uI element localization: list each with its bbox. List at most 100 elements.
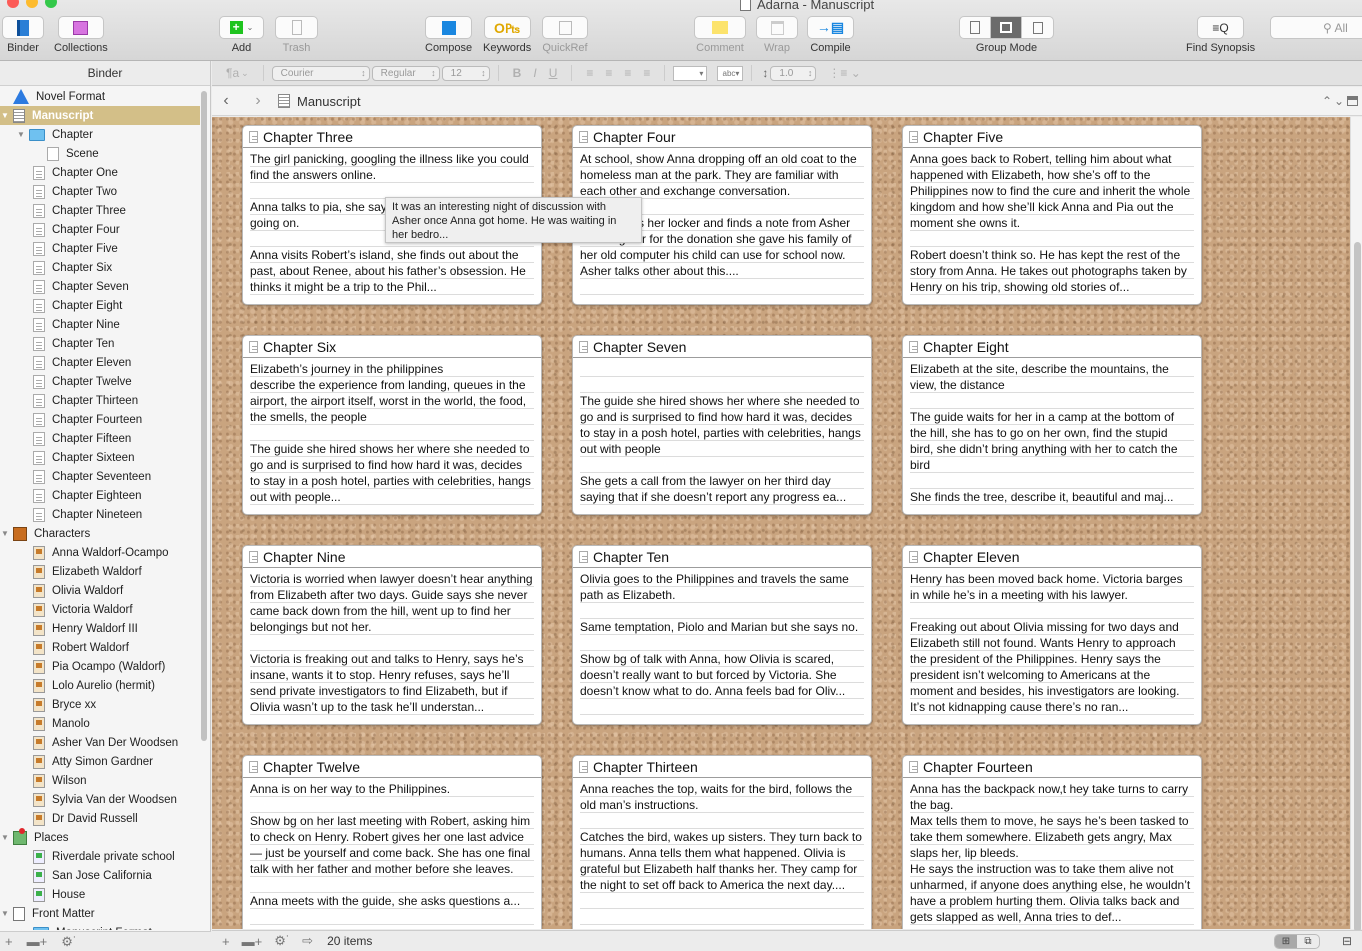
card-synopsis[interactable]: Victoria is worried when lawyer doesn’t …	[243, 568, 541, 724]
gear-icon[interactable]: ⚙˙	[61, 934, 77, 950]
gear-icon[interactable]: ⚙˙	[274, 933, 290, 949]
binder-item[interactable]: Chapter Two	[0, 182, 200, 201]
index-card[interactable]: Chapter Seven The guide she hired shows …	[572, 335, 872, 515]
binder-item[interactable]: Anna Waldorf-Ocampo	[0, 543, 200, 562]
wrap-button[interactable]: Wrap	[756, 16, 798, 54]
bold-button[interactable]: B	[513, 66, 522, 80]
binder-item[interactable]: Chapter Sixteen	[0, 448, 200, 467]
binder-item[interactable]: Sylvia Van der Woodsen	[0, 790, 200, 809]
align-right-icon[interactable]: ≡	[624, 66, 631, 80]
binder-scroll-thumb[interactable]	[201, 91, 207, 741]
disclosure-open-icon[interactable]: ▼	[1, 529, 9, 538]
align-center-icon[interactable]: ≡	[605, 66, 612, 80]
binder-item[interactable]: Riverdale private school	[0, 847, 200, 866]
binder-item[interactable]: Chapter Nineteen	[0, 505, 200, 524]
binder-item[interactable]: Scene	[0, 144, 200, 163]
binder-item[interactable]: House	[0, 885, 200, 904]
binder-item[interactable]: Chapter Four	[0, 220, 200, 239]
font-family-select[interactable]: Courier	[271, 65, 370, 81]
binder-item[interactable]: Chapter Ten	[0, 334, 200, 353]
card-title-bar[interactable]: Chapter Four	[573, 126, 871, 148]
italic-button[interactable]: I	[533, 66, 536, 80]
corkboard-scroll-thumb[interactable]	[1354, 242, 1361, 932]
back-button[interactable]: ‹	[215, 92, 237, 110]
compile-button[interactable]: →▤ Compile	[807, 16, 854, 54]
add-item-icon[interactable]: +	[5, 934, 13, 949]
trash-button[interactable]: Trash	[275, 16, 318, 54]
index-card[interactable]: Chapter Ten Olivia goes to the Philippine…	[572, 545, 872, 725]
keywords-button[interactable]: O₧ Keywords	[483, 16, 531, 54]
breadcrumb[interactable]: Manuscript	[297, 94, 361, 109]
card-title[interactable]: Chapter Four	[593, 129, 675, 145]
add-card-icon[interactable]: +	[222, 934, 230, 949]
index-card[interactable]: Chapter Twelve Anna is on her way to the …	[242, 755, 542, 929]
card-synopsis[interactable]: Anna goes back to Robert, telling him ab…	[903, 148, 1201, 304]
binder-item[interactable]: Victoria Waldorf	[0, 600, 200, 619]
binder-item[interactable]: Chapter Fifteen	[0, 429, 200, 448]
binder-item[interactable]: Wilson	[0, 771, 200, 790]
card-synopsis[interactable]: Anna is on her way to the Philippines. S…	[243, 778, 541, 929]
card-title-bar[interactable]: Chapter Seven	[573, 336, 871, 358]
index-card[interactable]: Chapter Fourteen Anna has the backpack no…	[902, 755, 1202, 929]
card-synopsis[interactable]: Elizabeth at the site, describe the moun…	[903, 358, 1201, 514]
index-card[interactable]: Chapter Eight Elizabeth at the site, desc…	[902, 335, 1202, 515]
card-synopsis[interactable]: Olivia goes to the Philippines and trave…	[573, 568, 871, 724]
binder-toggle-button[interactable]: Binder	[2, 16, 44, 54]
card-title-bar[interactable]: Chapter Eight	[903, 336, 1201, 358]
card-title[interactable]: Chapter Seven	[593, 339, 686, 355]
add-button[interactable]: + ⌄ Add	[219, 16, 264, 54]
binder-item[interactable]: Chapter Thirteen	[0, 391, 200, 410]
binder-item[interactable]: ▼ Characters	[0, 524, 200, 543]
card-title-bar[interactable]: Chapter Fourteen	[903, 756, 1201, 778]
card-title-bar[interactable]: Chapter Nine	[243, 546, 541, 568]
index-card[interactable]: Chapter Nine Victoria is worried when law…	[242, 545, 542, 725]
index-card[interactable]: Chapter Six Elizabeth’s journey in the ph…	[242, 335, 542, 515]
card-title[interactable]: Chapter Six	[263, 339, 336, 355]
card-synopsis[interactable]: Henry has been moved back home. Victoria…	[903, 568, 1201, 724]
card-synopsis[interactable]: Elizabeth’s journey in the philippines d…	[243, 358, 541, 514]
collections-button[interactable]: Collections	[54, 16, 108, 54]
binder-item[interactable]: Pia Ocampo (Waldorf)	[0, 657, 200, 676]
binder-item[interactable]: Atty Simon Gardner	[0, 752, 200, 771]
scrivenings-mode-button[interactable]	[960, 17, 991, 38]
card-synopsis[interactable]: Anna has the backpack now,t hey take tur…	[903, 778, 1201, 929]
highlight-color-picker[interactable]: abc▾	[717, 65, 744, 81]
card-title[interactable]: Chapter Twelve	[263, 759, 360, 775]
disclosure-open-icon[interactable]: ▼	[1, 111, 9, 120]
close-window-button[interactable]	[7, 0, 19, 8]
binder-item[interactable]: Chapter Twelve	[0, 372, 200, 391]
binder-item[interactable]: Manolo	[0, 714, 200, 733]
card-title-bar[interactable]: Chapter Ten	[573, 546, 871, 568]
find-synopsis-button[interactable]: ≡Q Find Synopsis	[1186, 16, 1255, 54]
card-synopsis[interactable]: The guide she hired shows her where she …	[573, 358, 871, 514]
binder-item[interactable]: Dr David Russell	[0, 809, 200, 828]
comment-button[interactable]: Comment	[694, 16, 746, 54]
binder-item[interactable]: Lolo Aurelio (hermit)	[0, 676, 200, 695]
forward-button[interactable]: ›	[247, 92, 269, 110]
card-title-bar[interactable]: Chapter Five	[903, 126, 1201, 148]
card-title[interactable]: Chapter Thirteen	[593, 759, 698, 775]
next-document-button[interactable]: ⌄	[1334, 94, 1344, 108]
binder-item[interactable]: Chapter Nine	[0, 315, 200, 334]
split-editor-icon[interactable]	[1347, 96, 1358, 106]
binder-item[interactable]: Olivia Waldorf	[0, 581, 200, 600]
font-size-select[interactable]: 12	[441, 65, 490, 81]
card-title[interactable]: Chapter Ten	[593, 549, 669, 565]
disclosure-open-icon[interactable]: ▼	[17, 130, 25, 139]
align-justify-icon[interactable]: ≡	[643, 66, 650, 80]
card-title[interactable]: Chapter Three	[263, 129, 353, 145]
binder-item[interactable]: San Jose California	[0, 866, 200, 885]
binder-item[interactable]: Chapter Eleven	[0, 353, 200, 372]
corkboard-scrollbar[interactable]	[1350, 117, 1362, 932]
add-folder-icon[interactable]: ▬+	[27, 934, 48, 949]
card-layout-icon[interactable]: ⊟	[1342, 934, 1352, 948]
binder-item[interactable]: Chapter Six	[0, 258, 200, 277]
disclosure-open-icon[interactable]: ▼	[1, 909, 9, 918]
card-title-bar[interactable]: Chapter Three	[243, 126, 541, 148]
search-field[interactable]: ⚲ All	[1270, 16, 1362, 39]
card-synopsis[interactable]: Anna reaches the top, waits for the bird…	[573, 778, 871, 929]
binder-item[interactable]: Novel Format	[0, 87, 200, 106]
previous-document-button[interactable]: ⌃	[1322, 94, 1332, 108]
align-left-icon[interactable]: ≡	[586, 66, 593, 80]
font-weight-select[interactable]: Regular	[371, 65, 440, 81]
